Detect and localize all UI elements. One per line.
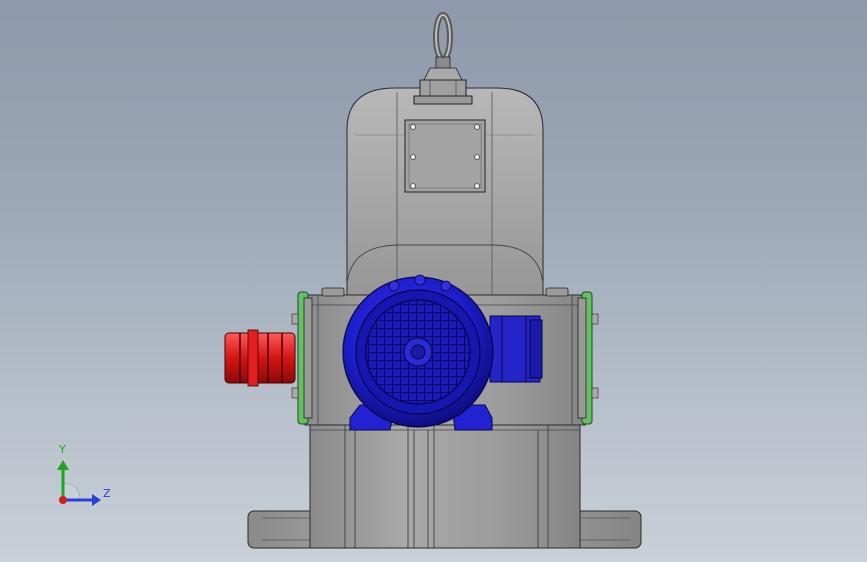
right-flange[interactable] — [577, 291, 599, 425]
3d-viewport[interactable]: Y Z — [0, 0, 867, 562]
x-axis-dot[interactable] — [59, 496, 67, 504]
y-axis-label: Y — [59, 443, 66, 456]
lifting-eye-bolt[interactable] — [413, 12, 473, 105]
lower-housing[interactable] — [309, 419, 581, 549]
gearbox-model[interactable] — [0, 0, 867, 562]
upper-housing[interactable] — [346, 87, 544, 301]
y-axis-arrowhead — [57, 460, 69, 470]
inspection-cover[interactable] — [404, 119, 486, 193]
z-axis-label: Z — [103, 487, 111, 500]
view-orientation-triad[interactable] — [57, 460, 101, 506]
z-axis-arrowhead — [92, 494, 101, 506]
red-coupling[interactable] — [224, 329, 296, 387]
